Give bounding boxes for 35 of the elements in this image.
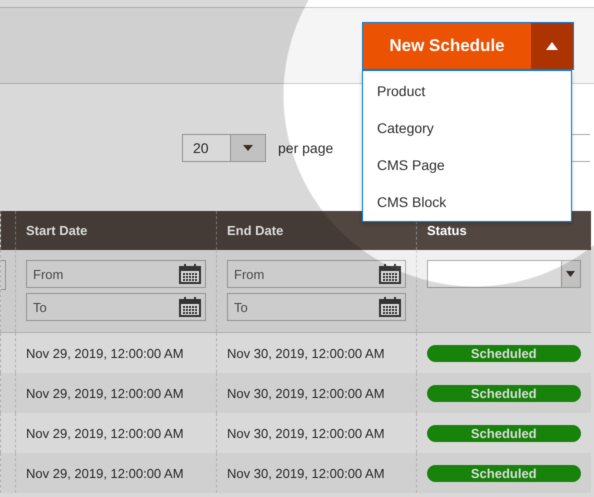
table-cell: Nov 29, 2019, 12:00:00 AM [16,332,216,373]
table-cell: Nov 30, 2019, 12:00:00 AM [216,332,416,373]
column-header[interactable]: Start Date [16,211,216,250]
menu-item[interactable]: CMS Page [363,147,571,184]
calendar-icon[interactable] [379,297,401,317]
date-field[interactable]: To [227,293,406,321]
date-field[interactable]: From [227,260,406,288]
filter-field[interactable] [1,260,6,290]
table-cell: Nov 30, 2019, 12:00:00 AM [216,453,416,493]
caret-icon [243,144,253,150]
per-page-select[interactable]: 20 [182,134,266,162]
caret-icon [546,42,558,50]
page-field[interactable] [570,134,590,162]
status-badge: Scheduled [427,384,580,402]
date-field[interactable]: To [26,293,206,321]
caret-icon [566,271,575,277]
calendar-icon[interactable] [379,264,401,284]
table-cell: Nov 29, 2019, 12:00:00 AM [16,413,216,453]
dropdown-toggle[interactable] [531,23,573,69]
status-badge: Scheduled [427,344,580,362]
date-field[interactable]: From [26,260,206,288]
table-cell: Nov 30, 2019, 12:00:00 AM [216,413,416,453]
table-cell: Nov 29, 2019, 12:00:00 AM [16,373,216,413]
status-badge: Scheduled [427,464,580,482]
status-select[interactable] [427,260,580,288]
menu-item[interactable]: Category [363,110,571,147]
menu-item[interactable]: Product [363,73,571,110]
calendar-icon[interactable] [179,297,201,317]
status-badge: Scheduled [427,424,580,442]
calendar-icon[interactable] [179,264,201,284]
new-schedule-button[interactable]: New Schedule [363,23,531,69]
per-page-label: per page [278,140,334,156]
table-cell: Nov 29, 2019, 12:00:00 AM [16,453,216,493]
column-header[interactable]: End Date [216,211,416,250]
table-cell: Nov 30, 2019, 12:00:00 AM [216,373,416,413]
